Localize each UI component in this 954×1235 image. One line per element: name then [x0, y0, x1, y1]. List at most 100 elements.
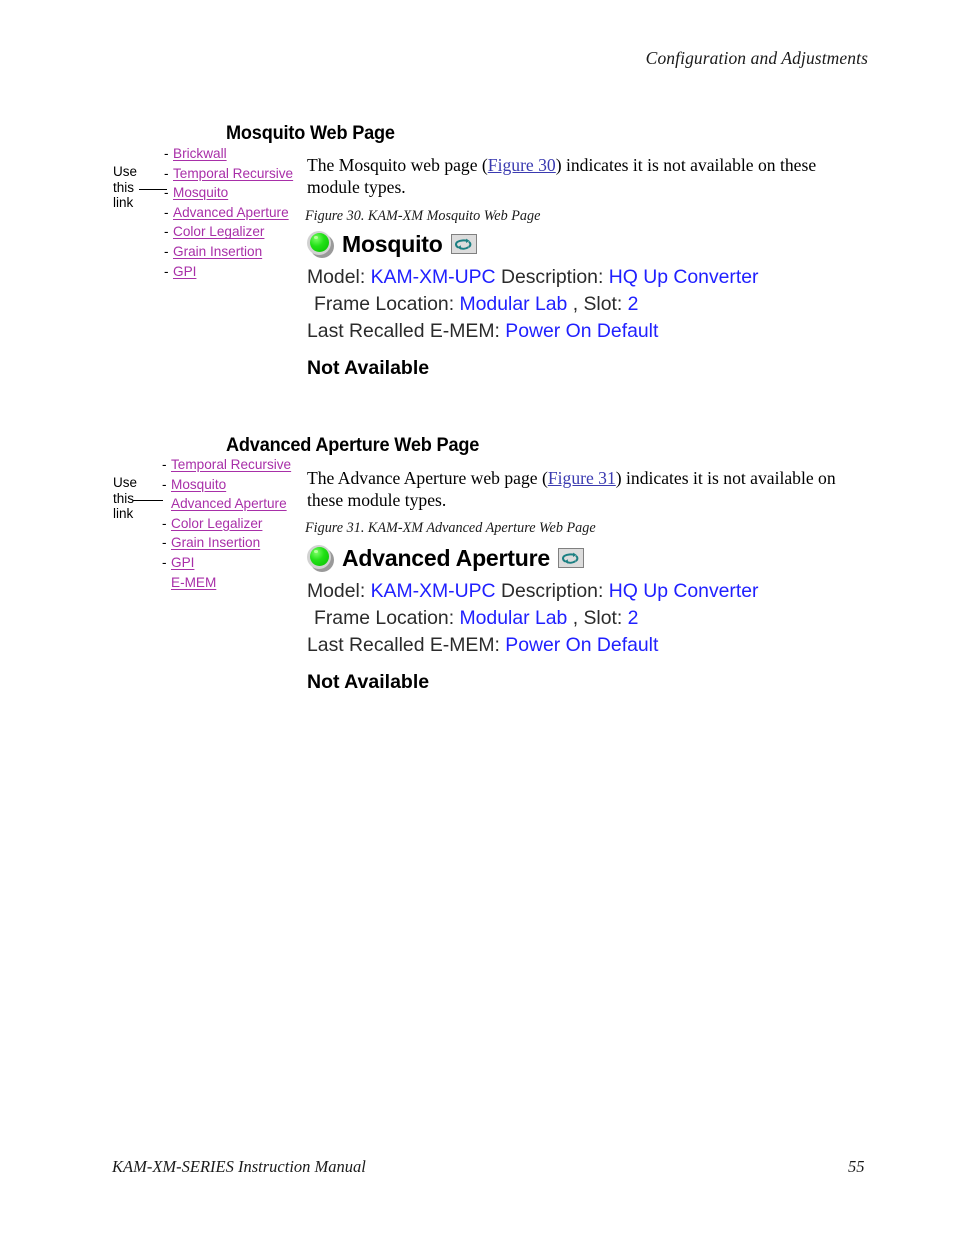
list-item[interactable]: - Mosquito	[164, 183, 293, 203]
bullet-dash: -	[164, 263, 169, 279]
bullet-dash: -	[162, 554, 167, 570]
frame-location-label: Frame Location:	[314, 293, 455, 315]
sidebar-item-temporal-recursive[interactable]: Temporal Recursive	[173, 166, 293, 181]
list-item[interactable]: - Color Legalizer	[162, 514, 291, 534]
sidebar-item-color-legalizer[interactable]: Color Legalizer	[171, 516, 262, 531]
bullet-dash: -	[164, 204, 169, 220]
callout-leader-line-2	[133, 500, 163, 501]
info-line-frame-location: Frame Location: Modular Lab , Slot: 2	[307, 605, 759, 632]
sidebar-item-gpi[interactable]: GPI	[171, 555, 194, 570]
callout-line-1-text: Use	[113, 164, 138, 179]
slot-label: , Slot:	[572, 293, 623, 315]
list-item[interactable]: - Grain Insertion	[164, 242, 293, 262]
description-label: Description:	[500, 266, 604, 288]
slot-value: 2	[627, 293, 639, 315]
callout-line-2-text: this	[113, 490, 135, 506]
list-item[interactable]: - Temporal Recursive	[162, 455, 291, 475]
callout-line-3-text: link	[113, 195, 134, 210]
page-title-mosquito: Mosquito Web Page	[226, 122, 395, 145]
bullet-dash: -	[162, 457, 167, 472]
sidebar-item-grain-insertion[interactable]: Grain Insertion	[171, 535, 260, 550]
list-item[interactable]: - Grain Insertion	[162, 533, 291, 553]
webpage-info-block: Model: KAM-XM-UPC Description: HQ Up Con…	[307, 264, 759, 345]
page-title-advanced-aperture: Advanced Aperture Web Page	[226, 434, 480, 457]
sidebar-item-e-mem[interactable]: E-MEM	[171, 575, 216, 590]
last-recalled-value: Power On Default	[505, 634, 659, 656]
description-label: Description:	[500, 580, 604, 602]
frame-location-value: Modular Lab	[459, 293, 568, 315]
slot-label: , Slot:	[572, 607, 623, 629]
list-item[interactable]: - Mosquito	[162, 475, 291, 495]
callout-use-this-link-2: Use this link	[113, 475, 147, 522]
paragraph-mosquito: The Mosquito web page (Figure 30) indica…	[307, 154, 867, 198]
sidebar-item-mosquito[interactable]: Mosquito	[171, 477, 226, 492]
sidebar-item-advanced-aperture[interactable]: Advanced Aperture	[173, 205, 289, 220]
bullet-dash: -	[162, 535, 167, 551]
bullet-dash: -	[164, 224, 169, 240]
bullet-dash: -	[162, 515, 167, 531]
status-badge-mosquito: Not Available	[307, 357, 430, 379]
last-recalled-label: Last Recalled E-MEM:	[307, 320, 500, 342]
paragraph-text-before: The Mosquito web page (	[307, 154, 488, 175]
last-recalled-label: Last Recalled E-MEM:	[307, 634, 500, 656]
list-item[interactable]: - Advanced Aperture	[164, 203, 293, 223]
status-badge-advanced-aperture: Not Available	[307, 671, 430, 693]
running-header: Configuration and Adjustments	[645, 48, 868, 68]
list-item[interactable]: Advanced Aperture	[162, 494, 291, 514]
model-value: KAM-XM-UPC	[370, 266, 496, 288]
green-led-icon	[307, 544, 334, 572]
sidebar-item-mosquito[interactable]: Mosquito	[173, 185, 228, 200]
description-value: HQ Up Converter	[608, 266, 759, 288]
list-item[interactable]: - Color Legalizer	[164, 222, 293, 242]
callout-line-3-text: link	[113, 506, 134, 521]
info-line-last-recalled: Last Recalled E-MEM: Power On Default	[307, 318, 759, 345]
webpage-titlebar: Advanced Aperture	[307, 542, 759, 574]
list-item[interactable]: - GPI	[162, 553, 291, 573]
callout-line-1-text: Use	[113, 475, 138, 490]
frame-location-value: Modular Lab	[459, 607, 568, 629]
sidebar-item-grain-insertion[interactable]: Grain Insertion	[173, 244, 262, 259]
webpage-screenshot-advanced-aperture: Advanced Aperture Model: KAM-XM-UPC Desc…	[307, 542, 759, 694]
list-item[interactable]: - GPI	[164, 262, 293, 282]
info-line-model: Model: KAM-XM-UPC Description: HQ Up Con…	[307, 578, 759, 605]
bullet-dash: -	[164, 146, 169, 161]
figure-reference-link-31[interactable]: Figure 31	[548, 468, 616, 488]
webpage-screenshot-mosquito: Mosquito Model: KAM-XM-UPC Description: …	[307, 228, 759, 380]
callout-leader-line-1	[139, 189, 167, 190]
sidebar-item-brickwall[interactable]: Brickwall	[173, 146, 227, 161]
nav-link-list-2: - Temporal Recursive - Mosquito Advanced A…	[162, 455, 291, 592]
webpage-info-block: Model: KAM-XM-UPC Description: HQ Up Con…	[307, 578, 759, 659]
figure-caption-30: Figure 30. KAM-XM Mosquito Web Page	[305, 208, 541, 224]
model-value: KAM-XM-UPC	[370, 580, 496, 602]
paragraph-advanced-aperture: The Advance Aperture web page (Figure 31…	[307, 467, 867, 511]
slot-value: 2	[627, 607, 639, 629]
list-item[interactable]: - Temporal Recursive	[164, 164, 293, 184]
webpage-title: Mosquito	[342, 230, 443, 257]
model-label: Model:	[307, 580, 366, 602]
footer-manual-title: KAM-XM-SERIES Instruction Manual	[112, 1157, 366, 1176]
webpage-title: Advanced Aperture	[342, 544, 550, 571]
refresh-icon[interactable]	[557, 548, 584, 568]
description-value: HQ Up Converter	[608, 580, 759, 602]
green-led-icon	[307, 230, 334, 258]
bullet-dash: -	[164, 243, 169, 259]
list-item[interactable]: - Brickwall	[164, 144, 293, 164]
bullet-dash: -	[162, 476, 167, 492]
info-line-last-recalled: Last Recalled E-MEM: Power On Default	[307, 632, 759, 659]
figure-reference-link-30[interactable]: Figure 30	[488, 155, 556, 175]
sidebar-item-color-legalizer[interactable]: Color Legalizer	[173, 224, 264, 239]
info-line-frame-location: Frame Location: Modular Lab , Slot: 2	[307, 291, 759, 318]
sidebar-item-gpi[interactable]: GPI	[173, 264, 196, 279]
refresh-icon[interactable]	[450, 234, 477, 254]
figure-caption-31: Figure 31. KAM-XM Advanced Aperture Web …	[305, 520, 596, 536]
model-label: Model:	[307, 266, 366, 288]
last-recalled-value: Power On Default	[505, 320, 659, 342]
sidebar-item-temporal-recursive[interactable]: Temporal Recursive	[171, 457, 291, 472]
frame-location-label: Frame Location:	[314, 607, 455, 629]
bullet-dash: -	[164, 165, 169, 181]
sidebar-item-advanced-aperture[interactable]: Advanced Aperture	[171, 496, 287, 511]
footer-page-number: 55	[848, 1157, 865, 1176]
list-item[interactable]: E-MEM	[162, 573, 291, 593]
callout-line-2-text: this	[113, 179, 135, 195]
paragraph-text-before: The Advance Aperture web page (	[307, 467, 548, 488]
